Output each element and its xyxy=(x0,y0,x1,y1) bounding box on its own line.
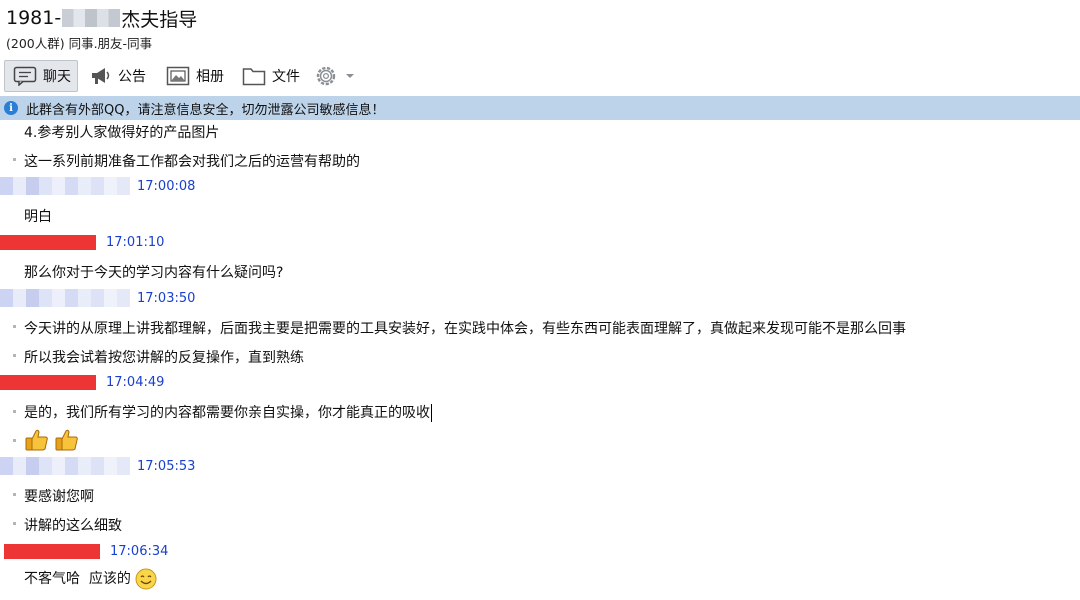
message-text: 所以我会试着按您讲解的反复操作，直到熟练 xyxy=(24,350,304,366)
redacted-sender-name xyxy=(4,543,100,559)
sender-header: 17:00:08 xyxy=(0,177,195,195)
text-cursor xyxy=(431,404,432,422)
message-timestamp: 17:06:34 xyxy=(110,543,169,559)
message-timestamp: 17:05:53 xyxy=(137,458,196,474)
message-bullet xyxy=(13,493,16,496)
megaphone-icon xyxy=(92,68,110,84)
message-with-emoji: 不客气哈 应该的 xyxy=(24,568,157,590)
tab-album-label: 相册 xyxy=(196,69,224,85)
sender-header: 17:06:34 xyxy=(0,542,168,560)
tab-album[interactable]: 相册 xyxy=(166,60,224,92)
message-text: 是的，我们所有学习的内容都需要你亲自实操，你才能真正的吸收 xyxy=(24,405,430,421)
message-text: 那么你对于今天的学习内容有什么疑问吗? xyxy=(24,265,284,281)
smile-icon xyxy=(135,568,157,590)
thumbs-up-icon xyxy=(25,429,48,451)
message-text-with-cursor: 是的，我们所有学习的内容都需要你亲自实操，你才能真正的吸收 xyxy=(24,402,432,422)
tab-announcement[interactable]: 公告 xyxy=(90,60,146,92)
message-bullet xyxy=(13,354,16,357)
tab-files[interactable]: 文件 xyxy=(242,60,300,92)
message-text: 这一系列前期准备工作都会对我们之后的运营有帮助的 xyxy=(24,154,360,170)
sender-header: 17:05:53 xyxy=(0,457,195,475)
group-title-prefix: 1981- xyxy=(6,7,62,29)
chat-bubble-icon xyxy=(13,66,37,86)
sender-header: 17:04:49 xyxy=(0,373,164,391)
message-bullet xyxy=(13,325,16,328)
info-icon: i xyxy=(4,101,18,115)
tab-chat[interactable]: 聊天 xyxy=(4,60,78,92)
chevron-down-icon xyxy=(346,74,354,78)
message-text: 讲解的这么细致 xyxy=(24,518,122,534)
message-timestamp: 17:00:08 xyxy=(137,178,196,194)
group-subtitle: (200人群) 同事.朋友-同事 xyxy=(6,36,153,51)
thumbs-up-message xyxy=(24,427,80,453)
group-title-suffix: 杰夫指导 xyxy=(121,8,198,31)
message-bullet xyxy=(13,158,16,161)
message-text: 不客气哈 应该的 xyxy=(24,571,131,587)
toolbar: 聊天 公告 相册 文件 xyxy=(0,57,1080,95)
chat-message-area: 4.参考别人家做得好的产品图片 这一系列前期准备工作都会对我们之后的运营有帮助的… xyxy=(0,120,1080,600)
message-timestamp: 17:01:10 xyxy=(106,234,165,250)
thumbs-up-icon xyxy=(55,429,79,451)
gear-icon xyxy=(316,66,336,86)
tab-files-label: 文件 xyxy=(272,69,300,85)
sender-header: 17:03:50 xyxy=(0,289,195,307)
redacted-sender-name xyxy=(0,457,130,475)
security-notice-bar: i 此群含有外部QQ，请注意信息安全，切勿泄露公司敏感信息！ xyxy=(0,96,1080,120)
group-title: 1981- 杰夫指导 xyxy=(6,6,198,31)
redacted-sender-name xyxy=(0,374,96,390)
message-bullet xyxy=(13,439,16,442)
message-text: 明白 xyxy=(24,209,52,225)
message-timestamp: 17:04:49 xyxy=(106,374,165,390)
message-bullet xyxy=(13,410,16,413)
sender-header: 17:01:10 xyxy=(0,233,164,251)
redacted-sender-name xyxy=(0,177,130,195)
folder-icon xyxy=(242,68,266,86)
message-bullet xyxy=(13,522,16,525)
redacted-sender-name xyxy=(0,234,96,250)
redacted-sender-name xyxy=(0,289,130,307)
settings-menu-button[interactable] xyxy=(314,60,356,92)
chat-header: 1981- 杰夫指导 (200人群) 同事.朋友-同事 xyxy=(0,0,1080,56)
security-notice-text: 此群含有外部QQ，请注意信息安全，切勿泄露公司敏感信息！ xyxy=(26,102,385,118)
message-text: 4.参考别人家做得好的产品图片 xyxy=(24,125,220,141)
photo-album-icon xyxy=(166,66,190,86)
message-text: 今天讲的从原理上讲我都理解，后面我主要是把需要的工具安装好，在实践中体会，有些东… xyxy=(24,321,906,337)
message-timestamp: 17:03:50 xyxy=(137,290,196,306)
message-text: 要感谢您啊 xyxy=(24,489,94,505)
tab-announcement-label: 公告 xyxy=(118,69,146,85)
redacted-title-part xyxy=(62,9,121,27)
tab-chat-label: 聊天 xyxy=(43,69,71,85)
